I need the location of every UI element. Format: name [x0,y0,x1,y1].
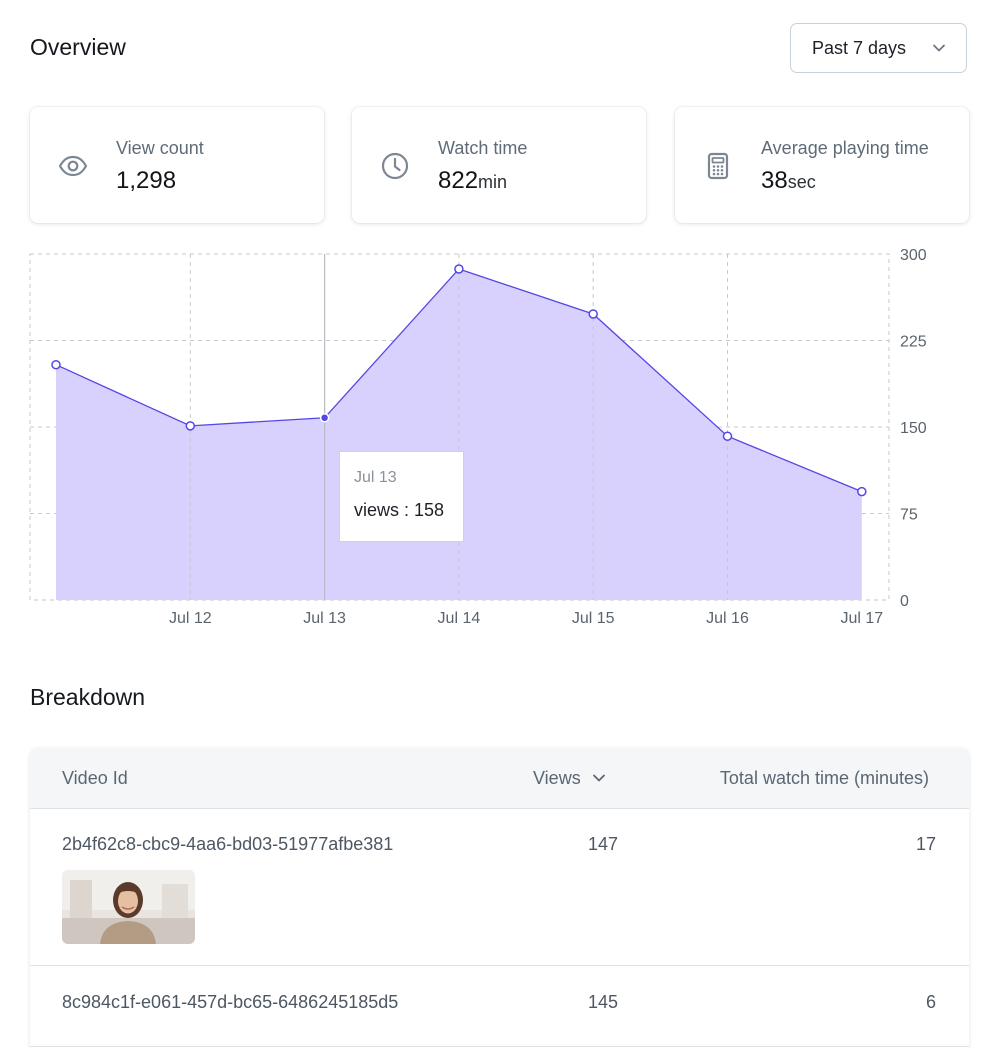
data-point[interactable] [319,413,330,423]
y-tick-label: 75 [900,507,918,524]
views-cell: 147 [587,834,618,854]
stat-card-watch-time: Watch time 822min [352,107,646,223]
watch-time-cell: 17 [915,834,936,854]
column-header-views[interactable]: Views [533,768,606,789]
y-tick-label: 0 [900,593,909,610]
chevron-down-icon [933,44,945,52]
stat-unit: sec [787,172,816,192]
sort-chevron-down-icon [592,774,605,782]
stat-unit: min [478,172,508,192]
x-tick-label: Jul 13 [303,610,346,627]
clock-icon [381,152,409,180]
date-range-value: Past 7 days [812,37,907,58]
data-point[interactable] [857,486,867,497]
column-header-video-id[interactable]: Video Id [62,768,128,789]
data-point[interactable] [454,264,464,274]
stat-value: 822min [438,167,508,194]
chart-tooltip: Jul 13 views : 158 [339,451,464,542]
x-tick-label: Jul 16 [706,610,749,627]
x-tick-label: Jul 12 [169,610,212,627]
table-header: Video Id Views Total watch time (minutes… [30,748,969,809]
video-id-cell[interactable]: 2b4f62c8-cbc9-4aa6-bd03-51977afbe381 [62,834,393,855]
y-tick-label: 300 [900,247,927,264]
stat-card-average-playing-time: Average playing time 38sec [675,107,969,223]
x-tick-label: Jul 14 [438,610,481,627]
tooltip-value: views : 158 [354,500,445,520]
x-tick-label: Jul 15 [572,610,615,627]
date-range-select[interactable]: Past 7 days [790,23,967,73]
y-tick-label: 225 [900,334,927,351]
data-point[interactable] [722,431,733,441]
table-row[interactable]: 2b4f62c8-cbc9-4aa6-bd03-51977afbe381 147… [30,809,969,966]
breakdown-table: Video Id Views Total watch time (minutes… [30,748,969,1048]
section-title-breakdown: Breakdown [30,684,146,710]
data-point[interactable] [588,309,598,319]
column-header-watch-time[interactable]: Total watch time (minutes) [720,768,929,789]
watch-time-cell: 6 [925,992,936,1012]
calculator-icon [707,152,729,180]
stat-label: View count [116,138,204,158]
stat-label: Average playing time [761,138,929,158]
tooltip-date: Jul 13 [354,469,397,486]
page-title: Overview [30,34,126,60]
video-thumbnail-image [62,870,195,944]
video-id-cell[interactable]: 8c984c1f-e061-457d-bc65-6486245185d5 [62,992,398,1013]
stat-value: 1,298 [116,167,177,194]
data-point[interactable] [51,359,61,370]
stat-card-view-count: View count 1,298 [30,107,324,223]
x-tick-label: Jul 17 [840,610,883,627]
table-row[interactable]: 8c984c1f-e061-457d-bc65-6486245185d5 145… [30,966,969,1047]
stat-value: 38sec [761,167,816,194]
video-thumbnail[interactable] [62,870,195,944]
y-tick-label: 150 [900,420,927,437]
views-cell: 145 [587,992,618,1012]
data-point[interactable] [185,421,196,431]
eye-icon [58,155,88,177]
views-area-chart[interactable]: 0 75 150 225 300 Jul 12 Jul 13 Jul 14 Jul 15 Jul… [0,240,1000,640]
stat-label: Watch time [438,138,528,158]
views-header-label: Views [533,768,581,788]
